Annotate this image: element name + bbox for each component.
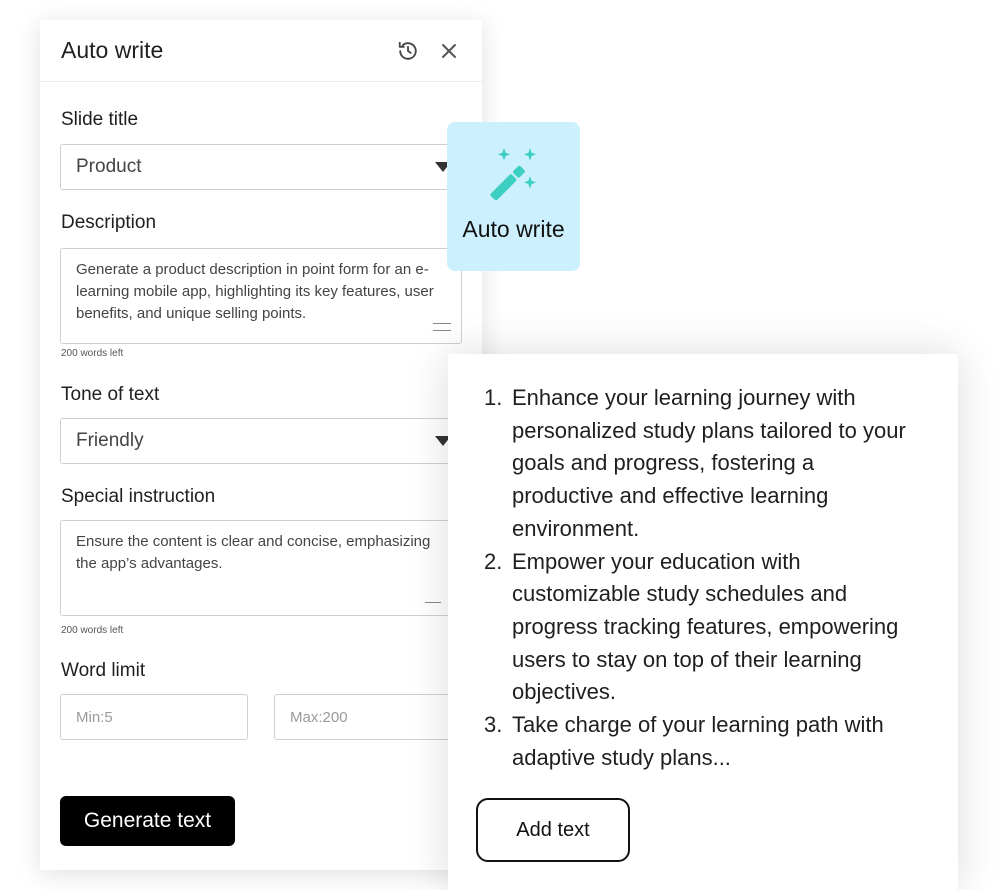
- special-instruction-label: Special instruction: [61, 486, 216, 507]
- tone-value: Friendly: [76, 430, 144, 451]
- slide-title-value: Product: [76, 156, 142, 177]
- min-words-placeholder: Min:5: [76, 708, 113, 726]
- slide-title-select[interactable]: Product: [60, 144, 452, 190]
- list-item: 2. Empower your education with customiza…: [484, 546, 914, 710]
- word-limit-label: Word limit: [61, 660, 146, 681]
- max-words-placeholder: Max:200: [290, 708, 348, 726]
- description-text: Generate a product description in point …: [76, 261, 434, 322]
- description-textarea[interactable]: Generate a product description in point …: [60, 248, 462, 344]
- min-words-input[interactable]: Min:5: [60, 694, 248, 740]
- list-item-number: 3.: [484, 712, 503, 738]
- list-item-text: Empower your education with customizable…: [512, 548, 899, 705]
- magic-wand-icon: [489, 148, 536, 201]
- generated-result-card: 1. Enhance your learning journey with pe…: [448, 354, 958, 890]
- auto-write-card-label: Auto write: [462, 216, 565, 242]
- special-instruction-text: Ensure the content is clear and concise,…: [76, 533, 431, 572]
- list-item-text: Enhance your learning journey with perso…: [512, 385, 906, 541]
- panel-header: Auto write: [40, 20, 482, 82]
- list-item: 1. Enhance your learning journey with pe…: [484, 382, 914, 546]
- tone-label: Tone of text: [61, 384, 160, 405]
- auto-write-card[interactable]: Auto write: [447, 122, 580, 271]
- auto-write-panel: Auto write Slide title Product Descripti…: [40, 20, 482, 870]
- max-words-input[interactable]: Max:200: [274, 694, 452, 740]
- list-item-number: 1.: [484, 385, 503, 410]
- list-item: 3. Take charge of your learning path wit…: [484, 709, 914, 774]
- close-icon[interactable]: [437, 39, 461, 63]
- resize-handle-icon[interactable]: [433, 323, 451, 331]
- list-item-text: Take charge of your learning path with a…: [512, 712, 884, 770]
- generated-list: 1. Enhance your learning journey with pe…: [484, 382, 914, 774]
- add-text-button[interactable]: Add text: [476, 798, 630, 862]
- panel-title: Auto write: [61, 37, 164, 63]
- description-words-left: 200 words left: [61, 348, 124, 359]
- description-label: Description: [61, 212, 157, 233]
- resize-handle-icon[interactable]: [425, 595, 441, 603]
- list-item-number: 2.: [484, 548, 503, 574]
- special-instruction-words-left: 200 words left: [61, 625, 124, 636]
- history-icon[interactable]: [396, 39, 420, 63]
- tone-select[interactable]: Friendly: [60, 418, 452, 464]
- slide-title-label: Slide title: [61, 109, 139, 130]
- special-instruction-textarea[interactable]: Ensure the content is clear and concise,…: [60, 520, 452, 616]
- generate-text-button[interactable]: Generate text: [60, 796, 235, 846]
